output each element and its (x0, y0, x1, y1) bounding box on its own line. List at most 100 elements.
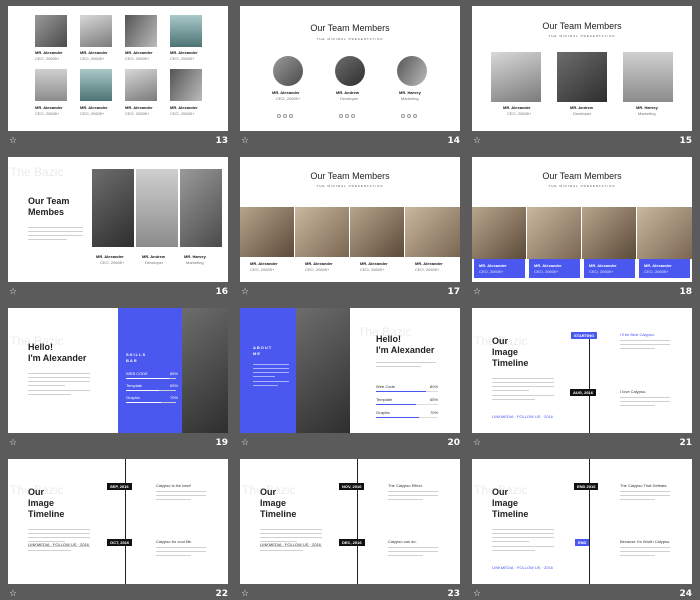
team-photo (637, 207, 692, 259)
member-role: CEO, 20605+ (507, 111, 532, 116)
star-icon[interactable]: ☆ (473, 437, 481, 449)
team-photo (136, 169, 178, 247)
star-icon[interactable]: ☆ (473, 286, 481, 298)
slide-title: Our (492, 487, 509, 497)
slide-title: Timeline (260, 509, 297, 519)
slide-title: Timeline (28, 509, 65, 519)
member-name: MR. Alexander (503, 105, 531, 110)
member-name: MR. Alexander (170, 105, 198, 110)
member-name: MR. Alexander (272, 90, 300, 95)
body-text (620, 547, 670, 559)
footer-link[interactable]: LINKMEDIA · FOLLOW US · 2016 (492, 565, 553, 570)
member-name: MR. Alexander (305, 261, 333, 266)
slide-title: Our Team Members (542, 21, 622, 31)
member-name: MR. Harvey (636, 105, 658, 110)
slide-title: Hello! (28, 342, 54, 352)
slide-title: Image (492, 498, 519, 508)
skill-percent: 80% (430, 384, 439, 389)
slide-title: Our (260, 487, 277, 497)
timeline-event: Calypso can do. (388, 539, 417, 544)
star-icon[interactable]: ☆ (9, 286, 17, 298)
member-role: CEO, 20605+ (35, 111, 60, 116)
member-role: CEO, 20605+ (644, 269, 669, 274)
slide-number: 20 (447, 438, 460, 448)
star-icon[interactable]: ☆ (473, 135, 481, 147)
member-name: MR. Alexander (170, 50, 198, 55)
team-photo (405, 207, 460, 257)
member-name: MR. Alexander (360, 261, 388, 266)
skill-label: Web Code (376, 384, 395, 389)
avatar (397, 56, 427, 86)
member-role: CEO, 20605+ (80, 111, 105, 116)
timeline-event: I love Calypso. (620, 389, 647, 394)
star-icon[interactable]: ☆ (241, 588, 249, 600)
about-heading: ABOUT (253, 345, 273, 350)
member-name: MR. Alexander (125, 105, 153, 110)
slide-number: 23 (447, 589, 460, 599)
star-icon[interactable]: ☆ (9, 588, 17, 600)
slide-number: 16 (215, 287, 228, 297)
skills-heading: SKILLS (126, 352, 147, 357)
slide-title: Our Team Members (310, 171, 390, 181)
member-role: CEO, 20605+ (415, 267, 440, 272)
body-text (28, 227, 83, 243)
social-icons (401, 105, 419, 123)
member-name: MR. Alexander (534, 263, 562, 268)
footer-link[interactable]: LINKMEDIA · FOLLOW US · 2016 (492, 414, 553, 419)
star-icon[interactable]: ☆ (241, 135, 249, 147)
slide-title: Our (492, 336, 509, 346)
social-icons (277, 105, 295, 123)
skill-percent: 65% (170, 383, 179, 388)
team-photo (92, 169, 134, 247)
member-role: CEO, 20605+ (125, 111, 150, 116)
member-name: MR. Alexander (35, 105, 63, 110)
footer-link[interactable]: LINKMEDIA · FOLLOW US · 2016 (28, 542, 89, 547)
team-photo (527, 207, 581, 259)
name-card: MR. Alexander CEO, 20605+ (474, 259, 525, 278)
member-name: MR. Andrew (142, 254, 165, 259)
slide-number: 14 (447, 136, 460, 146)
star-icon[interactable]: ☆ (9, 135, 17, 147)
timeline-event: Calypso is the best! (156, 483, 191, 488)
member-role: CEO, 20605+ (35, 56, 60, 61)
slide-title: Image (28, 498, 55, 508)
body-text (156, 491, 206, 503)
footer-link[interactable]: LINKMEDIA · FOLLOW US · 2016 (260, 542, 321, 547)
skills-panel: SKILLS BAR WEB CODE 85% Template 65% Gra… (118, 308, 182, 433)
member-role: Marketing (186, 260, 204, 265)
watermark: The Bazic (10, 165, 64, 179)
timeline-tag: NOV, 2016 (339, 483, 365, 490)
member-role: CEO, 20605+ (100, 260, 125, 265)
skill-bar (376, 417, 438, 418)
body-text (620, 491, 670, 503)
member-role: Developer (340, 96, 359, 101)
slide-number: 13 (215, 136, 228, 146)
timeline-event: The Calypso Effect. (388, 483, 423, 488)
star-icon[interactable]: ☆ (473, 588, 481, 600)
star-icon[interactable]: ☆ (241, 437, 249, 449)
member-name: MR. Alexander (96, 254, 124, 259)
team-photo (491, 52, 541, 102)
about-panel: ABOUT ME (240, 308, 296, 433)
member-role: Marketing (638, 111, 656, 116)
member-name: MR. Alexander (80, 50, 108, 55)
team-photo (472, 207, 526, 259)
name-card: MR. Alexander CEO, 20605+ (584, 259, 635, 278)
body-text (156, 547, 206, 559)
skill-bar (126, 390, 176, 391)
member-name: MR. Andrew (336, 90, 359, 95)
skill-label: Graphic (126, 395, 141, 400)
slide-subtitle: THE MINIMAL PRESENTATION (316, 37, 384, 41)
star-icon[interactable]: ☆ (241, 286, 249, 298)
member-name: MR. Alexander (589, 263, 617, 268)
member-role: CEO, 20605+ (479, 269, 504, 274)
timeline-tag: SEP, 2016 (107, 483, 132, 490)
body-text (388, 547, 438, 559)
member-name: MR. Alexander (125, 50, 153, 55)
star-icon[interactable]: ☆ (9, 437, 17, 449)
timeline-tag: END (575, 539, 590, 546)
slide-title: Our (28, 487, 45, 497)
slide-title: Image (260, 498, 287, 508)
timeline-tag: AUG, 2016 (570, 389, 597, 396)
slide-number: 17 (447, 287, 460, 297)
